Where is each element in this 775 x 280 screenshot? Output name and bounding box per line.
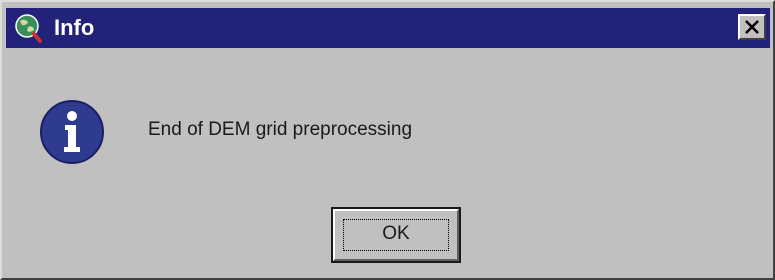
close-button[interactable]	[738, 14, 766, 40]
window-title: Info	[54, 15, 95, 40]
ok-button[interactable]: OK	[331, 207, 461, 263]
info-icon	[39, 99, 105, 165]
ok-button-label: OK	[382, 223, 410, 244]
info-dialog: Info End of DEM grid preprocessing OK	[0, 0, 775, 280]
globe-magnifier-icon	[12, 13, 42, 43]
dialog-message: End of DEM grid preprocessing	[148, 119, 413, 140]
close-icon	[745, 20, 759, 34]
title-bar[interactable]: Info	[6, 8, 770, 48]
